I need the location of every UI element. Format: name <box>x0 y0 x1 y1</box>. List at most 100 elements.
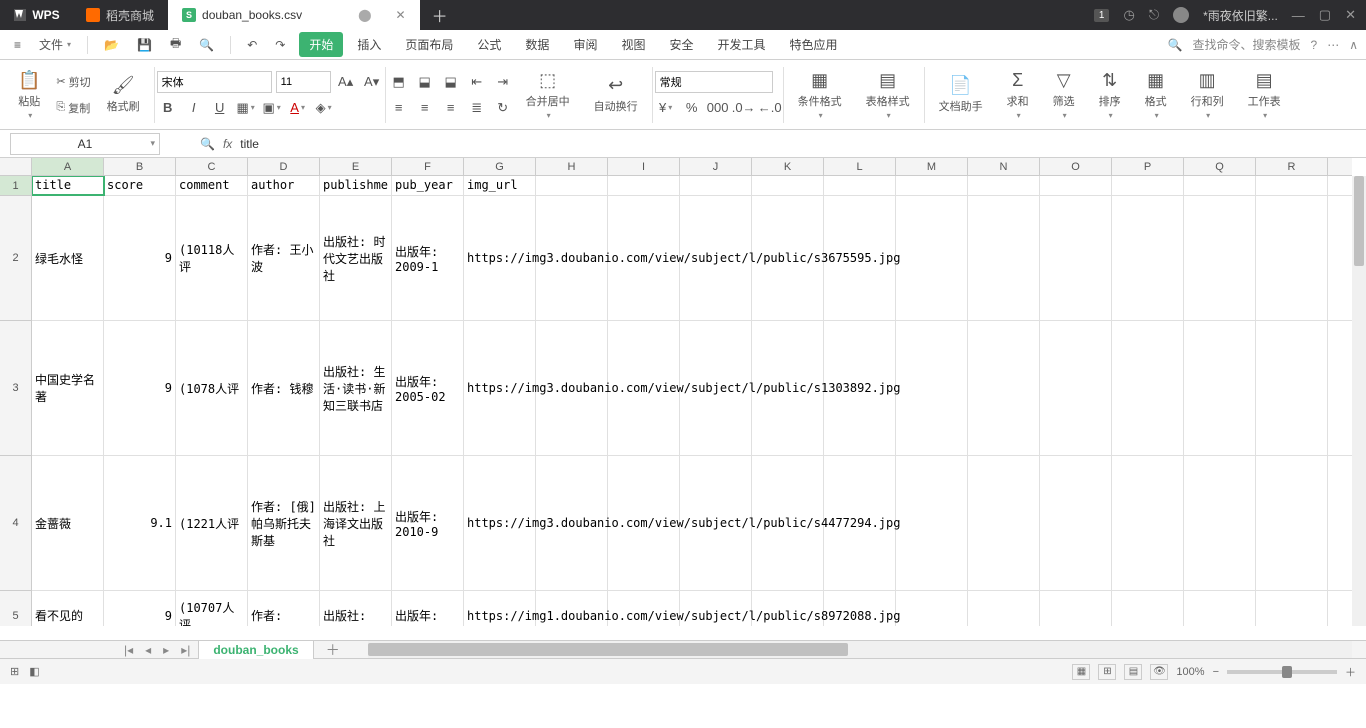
cell-C1[interactable]: comment <box>176 176 248 195</box>
cell-R5[interactable] <box>1256 591 1328 626</box>
menu-tab-2[interactable]: 页面布局 <box>395 32 463 57</box>
preview-icon[interactable]: 🔍 <box>193 36 220 54</box>
percent-icon[interactable]: % <box>681 97 703 119</box>
col-header-I[interactable]: I <box>608 158 680 175</box>
redo-icon[interactable]: ↷ <box>269 36 291 54</box>
sheet-nav-first[interactable]: |◂ <box>120 643 137 657</box>
cell-B1[interactable]: score <box>104 176 176 195</box>
vertical-scrollbar[interactable] <box>1352 176 1366 626</box>
cell-E1[interactable]: publishme <box>320 176 392 195</box>
col-header-G[interactable]: G <box>464 158 536 175</box>
menu-tab-6[interactable]: 视图 <box>611 32 655 57</box>
font-color-button[interactable]: A▾ <box>287 97 309 119</box>
align-bottom-icon[interactable]: ⬓ <box>440 71 462 93</box>
decrease-decimal-icon[interactable]: ←.0 <box>759 97 781 119</box>
cell-O1[interactable] <box>1040 176 1112 195</box>
cell-C4[interactable]: (1221人评 <box>176 456 248 590</box>
sum-button[interactable]: Σ求和▾ <box>1001 66 1035 124</box>
tab-mall[interactable]: 稻壳商城 <box>72 0 168 30</box>
vscroll-thumb[interactable] <box>1354 176 1364 266</box>
cell-G3[interactable]: https://img3.doubanio.com/view/subject/l… <box>464 321 536 455</box>
chevron-down-icon[interactable]: ▾ <box>150 138 155 149</box>
cell-F5[interactable]: 出版年: <box>392 591 464 626</box>
increase-font-icon[interactable]: A▴ <box>335 71 357 93</box>
cell-F2[interactable]: 出版年: 2009-1 <box>392 196 464 320</box>
cell-E5[interactable]: 出版社: <box>320 591 392 626</box>
cell-Q1[interactable] <box>1184 176 1256 195</box>
notification-badge[interactable]: 1 <box>1094 9 1110 22</box>
fill-color-button[interactable]: ▣▾ <box>261 97 283 119</box>
undo-icon[interactable]: ↶ <box>241 36 263 54</box>
cell-A2[interactable]: 绿毛水怪 <box>32 196 104 320</box>
new-tab-button[interactable]: ＋ <box>420 3 460 27</box>
print-icon[interactable]: 🖶 <box>164 32 187 57</box>
border-button[interactable]: ▦▾ <box>235 97 257 119</box>
menu-tab-9[interactable]: 特色应用 <box>780 32 848 57</box>
cell-I1[interactable] <box>608 176 680 195</box>
view-reading-icon[interactable]: 👁 <box>1150 664 1168 680</box>
hamburger-icon[interactable]: ≡ <box>8 36 27 54</box>
cell-G1[interactable]: img_url <box>464 176 536 195</box>
table-style-button[interactable]: ▤表格样式▾ <box>860 66 916 124</box>
col-header-E[interactable]: E <box>320 158 392 175</box>
col-header-C[interactable]: C <box>176 158 248 175</box>
cell-L1[interactable] <box>824 176 896 195</box>
clear-format-button[interactable]: ◈▾ <box>313 97 335 119</box>
cells[interactable]: titlescorecommentauthorpublishmepub_year… <box>32 176 1352 626</box>
cell-P1[interactable] <box>1112 176 1184 195</box>
align-right-icon[interactable]: ≡ <box>440 97 462 119</box>
comma-icon[interactable]: 000 <box>707 97 729 119</box>
cell-A3[interactable]: 中国史学名著 <box>32 321 104 455</box>
cell-O5[interactable] <box>1040 591 1112 626</box>
sheet-tab-active[interactable]: douban_books <box>198 640 313 659</box>
merge-center-button[interactable]: ⬚合并居中▾ <box>520 66 576 124</box>
avatar[interactable] <box>1173 7 1189 23</box>
cell-F1[interactable]: pub_year <box>392 176 464 195</box>
align-center-icon[interactable]: ≡ <box>414 97 436 119</box>
copy-button[interactable]: ⎘复制 <box>52 98 94 118</box>
align-left-icon[interactable]: ≡ <box>388 97 410 119</box>
file-menu[interactable]: 文件▾ <box>33 34 77 55</box>
col-header-R[interactable]: R <box>1256 158 1328 175</box>
menu-tab-7[interactable]: 安全 <box>659 32 703 57</box>
sheet-nav-next[interactable]: ▸ <box>159 643 173 657</box>
doc-helper-button[interactable]: 📄文档助手 <box>933 71 989 118</box>
cell-D3[interactable]: 作者: 钱穆 <box>248 321 320 455</box>
col-header-B[interactable]: B <box>104 158 176 175</box>
sheet-nav-prev[interactable]: ◂ <box>141 643 155 657</box>
sort-button[interactable]: ⇅排序▾ <box>1093 66 1127 124</box>
align-middle-icon[interactable]: ⬓ <box>414 71 436 93</box>
search-commands[interactable]: 查找命令、搜索模板 <box>1193 36 1301 53</box>
collapse-ribbon-icon[interactable]: ∧ <box>1349 38 1358 52</box>
cell-C3[interactable]: (1078人评 <box>176 321 248 455</box>
cell-O2[interactable] <box>1040 196 1112 320</box>
cell-P5[interactable] <box>1112 591 1184 626</box>
view-page-icon[interactable]: ⊞ <box>1098 664 1116 680</box>
save-icon[interactable]: 💾 <box>131 36 158 54</box>
cell-M2[interactable] <box>896 196 968 320</box>
cell-G2[interactable]: https://img3.doubanio.com/view/subject/l… <box>464 196 536 320</box>
cell-C2[interactable]: (10118人评 <box>176 196 248 320</box>
cell-N3[interactable] <box>968 321 1040 455</box>
cell-A4[interactable]: 金蔷薇 <box>32 456 104 590</box>
cell-E4[interactable]: 出版社: 上海译文出版社 <box>320 456 392 590</box>
increase-indent-icon[interactable]: ⇥ <box>492 71 514 93</box>
col-header-M[interactable]: M <box>896 158 968 175</box>
col-header-D[interactable]: D <box>248 158 320 175</box>
cell-P2[interactable] <box>1112 196 1184 320</box>
cell-B2[interactable]: 9 <box>104 196 176 320</box>
cell-R3[interactable] <box>1256 321 1328 455</box>
cell-Q5[interactable] <box>1184 591 1256 626</box>
decrease-indent-icon[interactable]: ⇤ <box>466 71 488 93</box>
underline-button[interactable]: U <box>209 97 231 119</box>
font-name-combo[interactable] <box>157 71 272 93</box>
col-header-A[interactable]: A <box>32 158 104 175</box>
zoom-fx-icon[interactable]: 🔍 <box>200 137 215 151</box>
cell-D2[interactable]: 作者: 王小波 <box>248 196 320 320</box>
zoom-knob[interactable] <box>1282 666 1292 678</box>
fx-icon[interactable]: fx <box>223 137 232 151</box>
format-button[interactable]: ▦格式▾ <box>1139 66 1173 124</box>
currency-icon[interactable]: ¥▾ <box>655 97 677 119</box>
horizontal-scrollbar[interactable] <box>368 641 1352 658</box>
cell-A1[interactable]: title <box>32 176 104 195</box>
